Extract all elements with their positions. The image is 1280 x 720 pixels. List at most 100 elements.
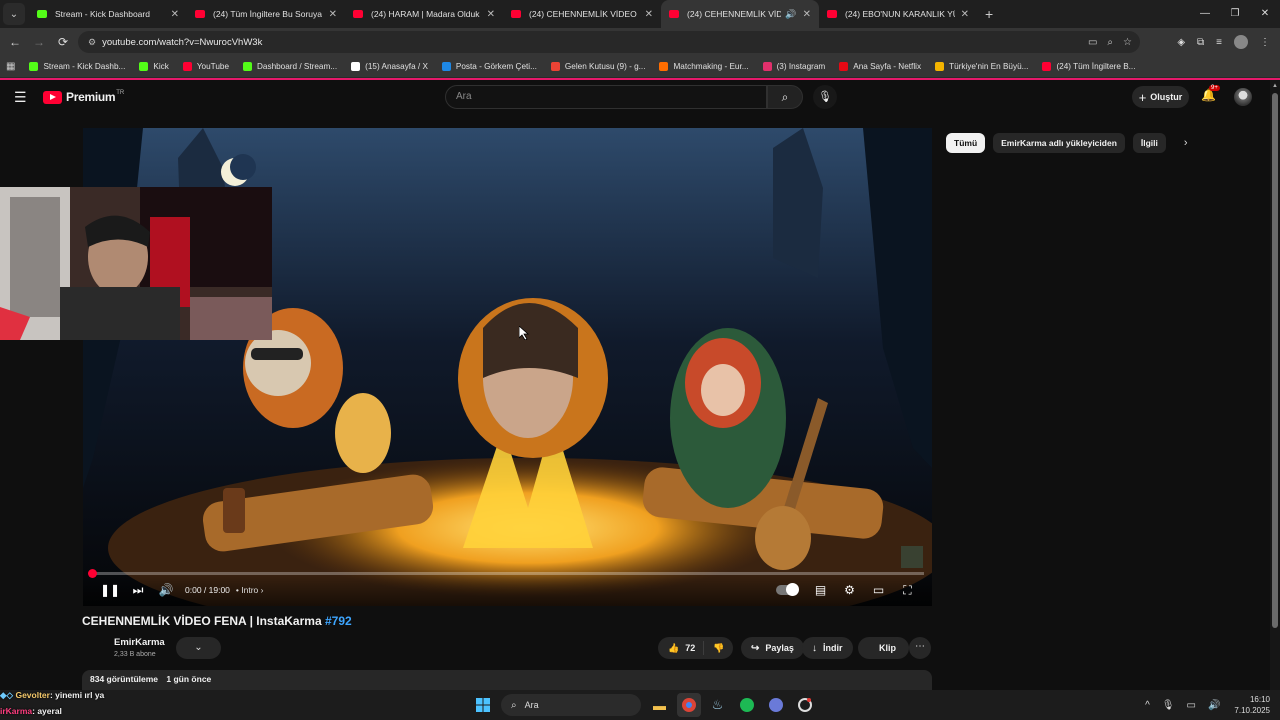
bookmark-item[interactable]: Posta - Görkem Çeti... — [441, 62, 537, 71]
bookmark-favicon-icon — [935, 62, 945, 71]
taskbar-search[interactable]: ⌕ Ara — [501, 694, 641, 716]
description-box[interactable]: 834 görüntüleme 1 gün önce — [82, 670, 932, 690]
bookmark-item[interactable]: Matchmaking - Eur... — [659, 62, 749, 71]
share-button[interactable]: ↪ Paylaş — [741, 637, 804, 659]
bookmark-star-icon[interactable]: ☆ — [1123, 37, 1132, 48]
fullscreen-icon[interactable]: ⛶ — [893, 583, 922, 598]
extension-icon[interactable]: ◈ — [1177, 37, 1185, 48]
close-tab-icon[interactable]: ✕ — [645, 9, 653, 20]
zoom-icon[interactable]: ⌕ — [1107, 37, 1113, 48]
close-tab-icon[interactable]: ✕ — [961, 9, 969, 20]
obs-icon[interactable] — [793, 693, 817, 717]
browser-tab[interactable]: Stream - Kick Dashboard ✕ — [29, 0, 187, 28]
page-scrollbar[interactable]: ▲ — [1270, 80, 1280, 690]
user-avatar[interactable] — [1234, 88, 1252, 106]
network-icon[interactable]: ▭ — [1187, 700, 1196, 711]
forward-button[interactable]: → — [27, 35, 51, 49]
settings-gear-icon[interactable]: ⚙ — [835, 583, 864, 597]
chevron-down-icon: ⌄ — [194, 642, 203, 653]
theater-mode-icon[interactable]: ▭ — [864, 583, 893, 597]
search-input[interactable]: Ara — [445, 85, 767, 109]
bookmark-item[interactable]: (15) Anasayfa / X — [351, 62, 428, 71]
next-button[interactable]: ⏭ — [124, 583, 152, 598]
bookmark-item[interactable]: Ana Sayfa - Netflix — [839, 62, 921, 71]
chip-related[interactable]: İlgili — [1132, 133, 1166, 153]
bookmark-item[interactable]: Dashboard / Stream... — [243, 62, 337, 71]
scrollbar-thumb[interactable] — [1272, 93, 1278, 628]
bookmark-item[interactable]: Türkiye'nin En Büyü... — [935, 62, 1028, 71]
minimize-button[interactable]: — — [1190, 0, 1220, 28]
tab-audio-icon[interactable]: 🔊 — [785, 9, 796, 20]
site-info-icon[interactable]: ⚙ — [88, 37, 96, 48]
chip-from-uploader[interactable]: EmirKarma adlı yükleyiciden — [993, 133, 1125, 153]
bookmark-item[interactable]: Gelen Kutusu (9) - g... — [550, 62, 645, 71]
reload-button[interactable]: ⟳ — [51, 35, 75, 49]
app-orb-icon[interactable] — [764, 693, 788, 717]
progress-bar[interactable] — [88, 569, 924, 578]
more-actions-button[interactable]: ⋯ — [909, 637, 931, 659]
search-button[interactable]: ⌕ — [767, 85, 803, 109]
scroll-up-icon[interactable]: ▲ — [1272, 83, 1278, 89]
notifications-button[interactable]: 🔔 9+ — [1201, 85, 1220, 102]
bookmark-label: Türkiye'nin En Büyü... — [949, 62, 1029, 71]
chevron-right-icon[interactable]: › — [1184, 137, 1188, 149]
volume-icon[interactable]: 🔊 — [1208, 700, 1220, 711]
menu-icon[interactable]: ☰ — [14, 89, 27, 106]
close-window-button[interactable]: ✕ — [1250, 0, 1280, 28]
profile-avatar[interactable] — [1234, 35, 1248, 49]
install-app-icon[interactable]: ▭ — [1088, 37, 1097, 48]
progress-scrubber[interactable] — [88, 569, 97, 578]
pause-button[interactable]: ❚❚ — [96, 583, 124, 597]
close-tab-icon[interactable]: ✕ — [487, 9, 495, 20]
youtube-favicon-icon — [827, 10, 837, 18]
media-control-icon[interactable]: ≡ — [1216, 37, 1222, 48]
autoplay-toggle[interactable] — [776, 583, 799, 596]
close-tab-icon[interactable]: ✕ — [171, 9, 179, 20]
back-button[interactable]: ← — [3, 35, 27, 49]
chrome-icon[interactable] — [676, 693, 701, 717]
chip-all[interactable]: Tümü — [946, 133, 986, 153]
maximize-button[interactable]: ❐ — [1220, 0, 1250, 28]
browser-tab[interactable]: (24) EBO'NUN KARANLIK YÜZÜ ✕ — [819, 0, 977, 28]
windows-start-icon[interactable] — [471, 693, 495, 717]
subscription-dropdown[interactable]: ⌄ — [176, 637, 221, 659]
browser-tab[interactable]: (24) HARAM | Madara Olduk #7 ✕ — [345, 0, 503, 28]
clip-button[interactable]: Klip — [858, 637, 909, 659]
dislike-button[interactable]: 👎 — [704, 643, 733, 654]
chat-message: ◆◇ Gevolter: yinemi ırl ya — [0, 687, 200, 703]
bookmark-item[interactable]: Kick — [139, 62, 169, 71]
browser-menu-icon[interactable]: ⋮ — [1260, 37, 1270, 48]
browser-tab[interactable]: (24) Tüm İngiltere Bu Soruya Kı ✕ — [187, 0, 345, 28]
chapter-button[interactable]: • Intro › — [236, 585, 264, 595]
apps-grid-icon[interactable]: ▦ — [6, 61, 15, 72]
file-explorer-icon[interactable]: ▬ — [648, 693, 672, 717]
bookmark-item[interactable]: (24) Tüm İngiltere B... — [1042, 62, 1135, 71]
spotify-icon[interactable] — [735, 693, 759, 717]
taskbar-search-label: Ara — [524, 700, 539, 710]
tab-search-button[interactable]: ⌄ — [3, 3, 25, 25]
create-button[interactable]: + Oluştur — [1132, 86, 1189, 108]
voice-search-button[interactable]: 🎙 — [813, 85, 837, 109]
microphone-icon[interactable]: 🎙 — [1162, 700, 1175, 711]
new-tab-button[interactable]: + — [985, 6, 993, 22]
channel-name[interactable]: EmirKarma — [114, 637, 165, 648]
bookmark-favicon-icon — [659, 62, 669, 71]
bookmark-item[interactable]: YouTube — [182, 62, 229, 71]
system-clock[interactable]: 16:10 7.10.2025 — [1234, 694, 1270, 716]
url-field[interactable]: ⚙ youtube.com/watch?v=NwurocVhW3k ▭ ⌕ ☆ — [78, 31, 1140, 53]
browser-tab[interactable]: (24) CEHENNEMLİK VİDEO FEN ✕ — [503, 0, 661, 28]
tray-overflow-icon[interactable]: ^ — [1145, 700, 1150, 711]
download-button[interactable]: ↓ İndir — [802, 637, 853, 659]
steam-icon[interactable]: ♨ — [706, 693, 730, 717]
like-button[interactable]: 👍 72 — [658, 641, 705, 655]
youtube-logo[interactable]: Premium TR — [43, 90, 124, 104]
subtitles-icon[interactable]: ▤ — [806, 583, 835, 597]
extensions-puzzle-icon[interactable]: ⧉ — [1197, 37, 1204, 48]
volume-icon[interactable]: 🔊 — [152, 583, 180, 597]
video-hashtag[interactable]: #792 — [325, 614, 352, 628]
close-tab-icon[interactable]: ✕ — [329, 9, 337, 20]
browser-tab[interactable]: (24) CEHENNEMLİK VİDEO🔊 ✕ — [661, 0, 819, 28]
bookmark-item[interactable]: (3) Instagram — [762, 62, 825, 71]
bookmark-item[interactable]: Stream - Kick Dashb... — [29, 62, 125, 71]
close-tab-icon[interactable]: ✕ — [803, 9, 811, 20]
